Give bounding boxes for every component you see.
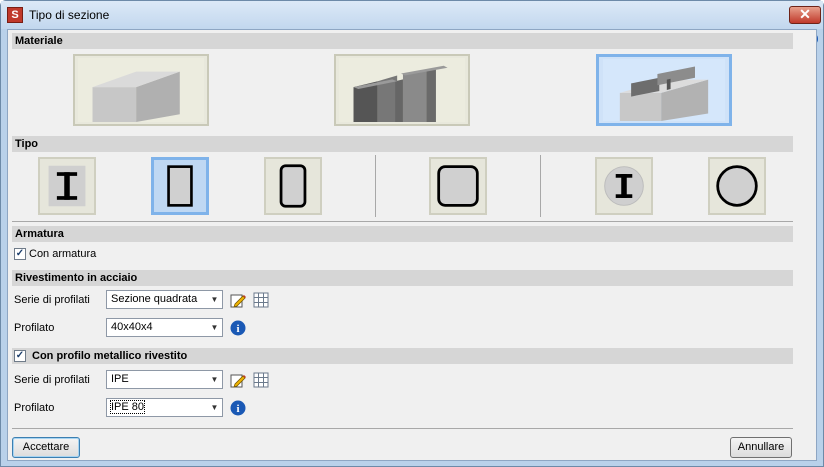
steel-profiles-icon [338,58,466,122]
section-divider [12,221,793,222]
app-icon: S [7,7,23,23]
tipo-option-i-profile-encased[interactable] [38,157,96,215]
chevron-down-icon: ▼ [210,375,219,384]
chevron-down-icon: ▼ [210,295,219,304]
circle-i-beam-icon [604,166,644,206]
material-option-composite[interactable] [596,54,732,126]
footer-divider [12,428,793,429]
profilato-label-1: Profilato [14,322,55,334]
i-beam-square-icon [48,165,86,207]
tipo-option-rectangular[interactable] [151,157,209,215]
tipo-divider-2 [540,155,541,217]
section-header-armatura: Armatura [12,226,793,242]
serie-profilati-value-1: Sezione quadrata [111,293,198,305]
edit-pencil-icon[interactable] [230,372,246,388]
cancel-button[interactable]: Annullare [730,437,792,458]
title-bar[interactable]: S Tipo di sezione ✕ [1,1,823,29]
svg-text:i: i [236,403,239,415]
section-header-rivestimento: Rivestimento in acciaio [12,270,793,286]
table-grid-icon[interactable] [253,292,269,308]
con-armatura-checkbox[interactable]: ✓ [14,248,26,260]
material-option-concrete[interactable] [73,54,209,126]
concrete-block-icon [77,58,205,122]
window-title: Tipo di sezione [29,8,110,22]
section-header-materiale: Materiale [12,33,793,49]
dialog-client: Materiale Tipo Armatura ✓ Con armatura R… [7,29,817,461]
info-icon[interactable]: i [230,400,246,416]
serie-profilati-label-1: Serie di profilati [14,294,90,306]
circle-section-icon [716,165,758,207]
profilato-select-2[interactable]: IPE 80 ▼ [106,398,223,417]
profilato-value-2: IPE 80 [109,400,146,414]
dialog-window: S Tipo di sezione ✕ ? Materiale [0,0,824,467]
rounded-rectangle-section-icon [279,164,307,208]
profilato-select-1[interactable]: 40x40x4 ▼ [106,318,223,337]
chevron-down-icon: ▼ [210,323,219,332]
rounded-square-section-icon [437,165,479,207]
section-header-tipo: Tipo [12,136,793,152]
serie-profilati-label-2: Serie di profilati [14,374,90,386]
serie-profilati-select-2[interactable]: IPE ▼ [106,370,223,389]
material-option-steel[interactable] [334,54,470,126]
section-header-profilo: Con profilo metallico rivestito [12,348,793,364]
tipo-divider-1 [375,155,376,217]
profilato-label-2: Profilato [14,402,55,414]
serie-profilati-value-2: IPE [111,373,129,385]
con-profilo-checkbox[interactable]: ✓ [14,350,26,362]
svg-text:i: i [236,323,239,335]
con-armatura-label: Con armatura [29,248,97,260]
rectangle-section-icon [167,165,193,207]
tipo-option-rounded-square[interactable] [429,157,487,215]
serie-profilati-select-1[interactable]: Sezione quadrata ▼ [106,290,223,309]
accept-button[interactable]: Accettare [12,437,80,458]
table-grid-icon[interactable] [253,372,269,388]
tipo-option-circular[interactable] [708,157,766,215]
tipo-option-rounded-rectangular[interactable] [264,157,322,215]
tipo-option-circular-i-profile[interactable] [595,157,653,215]
chevron-down-icon: ▼ [210,403,219,412]
edit-pencil-icon[interactable] [230,292,246,308]
profilato-value-1: 40x40x4 [111,321,153,333]
info-icon[interactable]: i [230,320,246,336]
close-button[interactable]: ✕ [789,6,821,24]
composite-section-icon [602,59,726,121]
